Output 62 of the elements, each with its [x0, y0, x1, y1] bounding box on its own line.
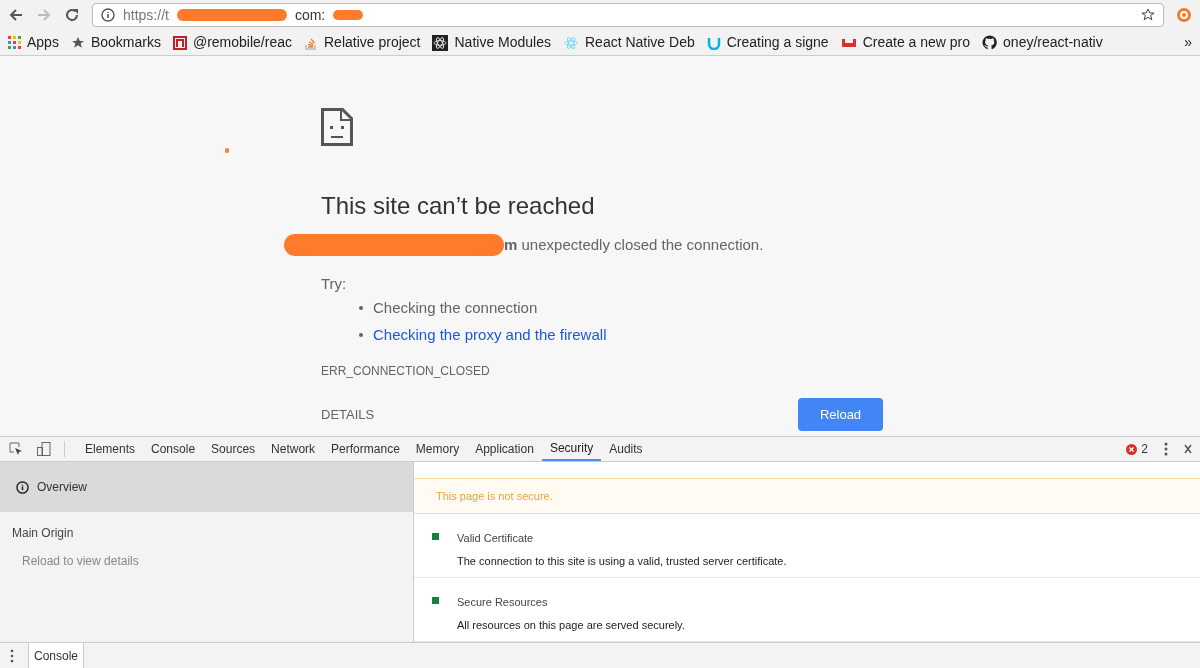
star-icon[interactable] — [1141, 8, 1155, 22]
devtools-tab[interactable]: Elements — [77, 437, 144, 461]
error-code: ERR_CONNECTION_CLOSED — [321, 363, 490, 380]
error-count[interactable]: 2 — [1141, 440, 1148, 458]
bookmark-link[interactable]: @remobile/reac — [192, 32, 292, 53]
url-text: https://t — [123, 5, 169, 25]
sad-page-icon — [321, 108, 353, 146]
device-icon[interactable] — [36, 441, 52, 457]
bookmark-link[interactable]: oney/react-nativ — [1003, 32, 1103, 53]
try-label: Try: — [321, 273, 347, 294]
section-heading: Main Origin — [12, 525, 75, 542]
devtools-tab[interactable]: Console — [143, 437, 204, 461]
bookmark-link[interactable]: Apps — [27, 32, 59, 53]
extension-icon[interactable] — [1176, 7, 1192, 23]
address-bar[interactable]: https://t com: — [92, 3, 1164, 27]
item-title: Secure Resources — [457, 595, 549, 610]
apps-grid-icon — [8, 36, 21, 49]
bookmark-link[interactable]: Native Modules — [454, 32, 551, 53]
devtools-tab[interactable]: Memory — [407, 437, 468, 461]
u-shape-icon — [706, 35, 721, 50]
more-bookmarks-button[interactable]: » — [1184, 32, 1192, 53]
item-title: Valid Certificate — [457, 531, 535, 546]
error-title: This site can’t be reached — [321, 191, 596, 221]
menu-icon[interactable] — [8, 647, 16, 664]
devtools-tab[interactable]: Network — [263, 437, 324, 461]
bookmark-link[interactable]: React Native Deb — [585, 32, 695, 53]
overview-label: Overview — [37, 479, 87, 496]
url-text: com: — [294, 5, 326, 25]
npm-icon — [172, 35, 187, 50]
star-icon — [70, 35, 85, 50]
info-icon — [16, 480, 29, 494]
devtools-tab[interactable]: Audits — [601, 437, 651, 461]
bullet-icon — [359, 306, 363, 311]
redaction-mark — [333, 10, 364, 20]
error-icon — [1126, 443, 1138, 455]
bookmark-link[interactable]: Creating a signe — [726, 32, 829, 53]
reload-button[interactable]: Reload — [798, 398, 883, 431]
warning-banner: This page is not secure. — [414, 478, 1200, 514]
reload-icon[interactable] — [64, 7, 80, 23]
suggestion-text: Checking the connection — [373, 298, 538, 318]
suggestion-link[interactable]: Checking the proxy and the firewall — [373, 323, 607, 346]
error-message: m unexpectedly closed the connection. — [504, 235, 764, 255]
item-description: All resources on this page are served securely. — [457, 617, 685, 633]
info-icon[interactable] — [101, 8, 115, 22]
devtools-tab[interactable]: Sources — [203, 437, 264, 461]
devtools-tab[interactable]: Application — [467, 437, 542, 461]
bookmark-link[interactable]: Bookmarks — [90, 32, 161, 53]
bullet-icon — [359, 332, 363, 337]
atom-icon — [432, 34, 449, 51]
tray-icon — [840, 37, 857, 48]
bookmark-link[interactable]: Create a new pro — [862, 32, 971, 53]
item-description: The connection to this site is using a valid, trusted server certificate. — [457, 553, 787, 569]
github-icon — [982, 35, 998, 50]
atom-icon — [563, 34, 579, 51]
back-icon[interactable] — [8, 7, 24, 23]
inspect-icon[interactable] — [8, 441, 24, 457]
drawer-tab[interactable]: Console — [28, 643, 85, 668]
origin-hint: Reload to view details — [22, 553, 140, 570]
bookmark-link[interactable]: Relative project — [324, 32, 421, 53]
details-button[interactable]: DETAILS — [321, 404, 375, 425]
overview-item[interactable]: Overview — [0, 462, 413, 512]
devtools-tab[interactable]: Performance — [323, 437, 408, 461]
